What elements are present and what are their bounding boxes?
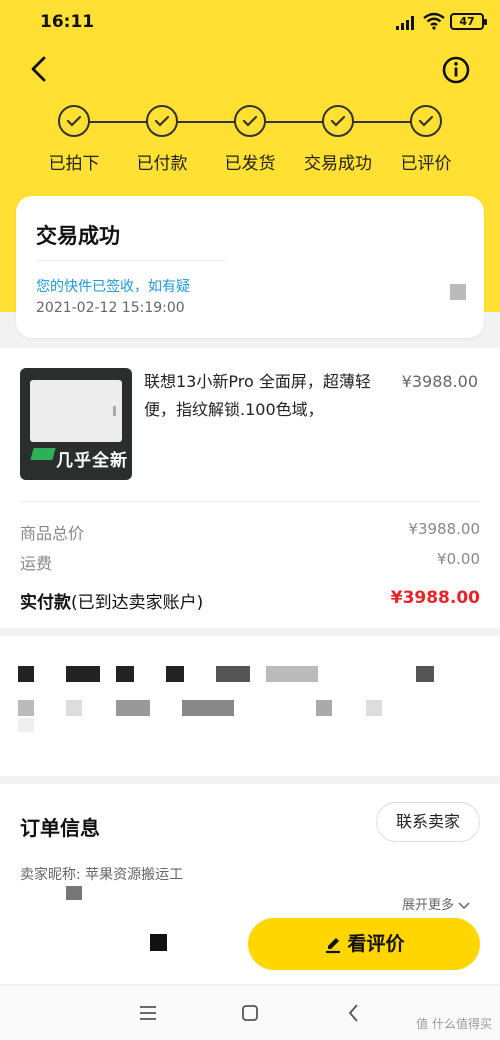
step-reviewed: 已评价: [381, 105, 471, 174]
step-label: 已付款: [136, 154, 188, 174]
step-completed: 交易成功: [293, 105, 383, 174]
check-circle-icon: [146, 105, 178, 137]
redacted-block: [450, 284, 466, 300]
redacted-block: [18, 700, 34, 716]
step-label: 已发货: [224, 154, 276, 174]
menu-icon[interactable]: [136, 1001, 160, 1025]
paid-value: ¥3988.00: [390, 588, 480, 608]
chevron-down-icon: [458, 901, 470, 909]
redacted-block: [216, 666, 250, 682]
redacted-block: [166, 666, 184, 682]
goods-total-value: ¥3988.00: [408, 520, 480, 538]
redacted-action-button[interactable]: [20, 916, 234, 970]
signal-icon: [396, 16, 414, 30]
paid-row: 实付款(已到达卖家账户) ¥3988.00: [20, 588, 480, 613]
product-thumbnail[interactable]: 几乎全新: [20, 368, 132, 480]
watermark: 值 什么值得买: [416, 1017, 492, 1031]
step-paid: 已付款: [117, 105, 207, 174]
goods-total-row: 商品总价 ¥3988.00: [20, 520, 480, 544]
shipping-label: 运费: [20, 554, 53, 573]
step-label: 已评价: [400, 154, 452, 174]
system-nav-bar: 值 什么值得买: [0, 984, 500, 1040]
status-title: 交易成功: [36, 224, 120, 248]
redacted-block: [18, 718, 34, 732]
redacted-block: [66, 666, 100, 682]
step-ordered: 已拍下: [29, 105, 119, 174]
order-info-title: 订单信息: [20, 816, 100, 840]
transaction-status-card[interactable]: 交易成功 您的快件已签收，如有疑 2021-02-12 15:19:00: [16, 196, 484, 338]
paid-label: 实付款: [20, 593, 71, 613]
back-arrow-icon[interactable]: [24, 54, 54, 84]
paid-note: (已到达卖家账户): [71, 593, 204, 613]
seller-nickname: 卖家昵称: 苹果资源搬运工: [20, 867, 184, 883]
expand-more-link[interactable]: 展开更多: [402, 894, 470, 913]
redacted-block: [416, 666, 434, 682]
thumbnail-caption: 几乎全新: [56, 451, 128, 471]
redacted-block: [116, 666, 134, 682]
info-icon[interactable]: [441, 55, 471, 85]
redacted-block: [66, 886, 82, 900]
view-review-button[interactable]: 看评价: [248, 918, 480, 970]
product-card: 几乎全新 联想13小新Pro 全面屏，超薄轻便，指纹解锁.100色域， ¥398…: [0, 348, 500, 628]
expand-more-label: 展开更多: [402, 898, 455, 913]
step-label: 已拍下: [48, 154, 100, 174]
redacted-address-card: [0, 636, 500, 776]
laptop-image: [30, 380, 122, 442]
redacted-block: [150, 934, 167, 951]
check-circle-icon: [234, 105, 266, 137]
redacted-block: [266, 666, 318, 682]
redacted-block: [182, 700, 234, 716]
back-icon[interactable]: [342, 1001, 366, 1025]
product-price: ¥3988.00: [401, 372, 478, 391]
product-title[interactable]: 联想13小新Pro 全面屏，超薄轻便，指纹解锁.100色域，: [144, 368, 394, 424]
step-shipped: 已发货: [205, 105, 295, 174]
edit-review-icon: [326, 937, 341, 953]
contact-seller-button[interactable]: 联系卖家: [376, 802, 480, 842]
home-icon[interactable]: [238, 1001, 262, 1025]
redacted-block: [116, 700, 150, 716]
delivery-message[interactable]: 您的快件已签收，如有疑: [36, 276, 190, 296]
clock: 16:11: [40, 12, 95, 32]
battery-icon: 47: [450, 13, 487, 30]
status-bar: 16:11 47: [0, 0, 500, 44]
check-circle-icon: [322, 105, 354, 137]
label-tag: [30, 448, 56, 460]
step-label: 交易成功: [304, 154, 372, 174]
shipping-row: 运费 ¥0.00: [20, 550, 480, 574]
redacted-block: [18, 666, 34, 682]
divider: [36, 260, 226, 261]
check-circle-icon: [410, 105, 442, 137]
shipping-value: ¥0.00: [437, 550, 480, 568]
check-circle-icon: [58, 105, 90, 137]
redacted-block: [316, 700, 332, 716]
redacted-block: [66, 700, 82, 716]
goods-total-label: 商品总价: [20, 524, 85, 543]
wifi-icon: [423, 12, 445, 30]
view-review-label: 看评价: [347, 933, 405, 955]
status-timestamp: 2021-02-12 15:19:00: [36, 300, 185, 316]
redacted-block: [366, 700, 382, 716]
divider: [20, 501, 480, 502]
